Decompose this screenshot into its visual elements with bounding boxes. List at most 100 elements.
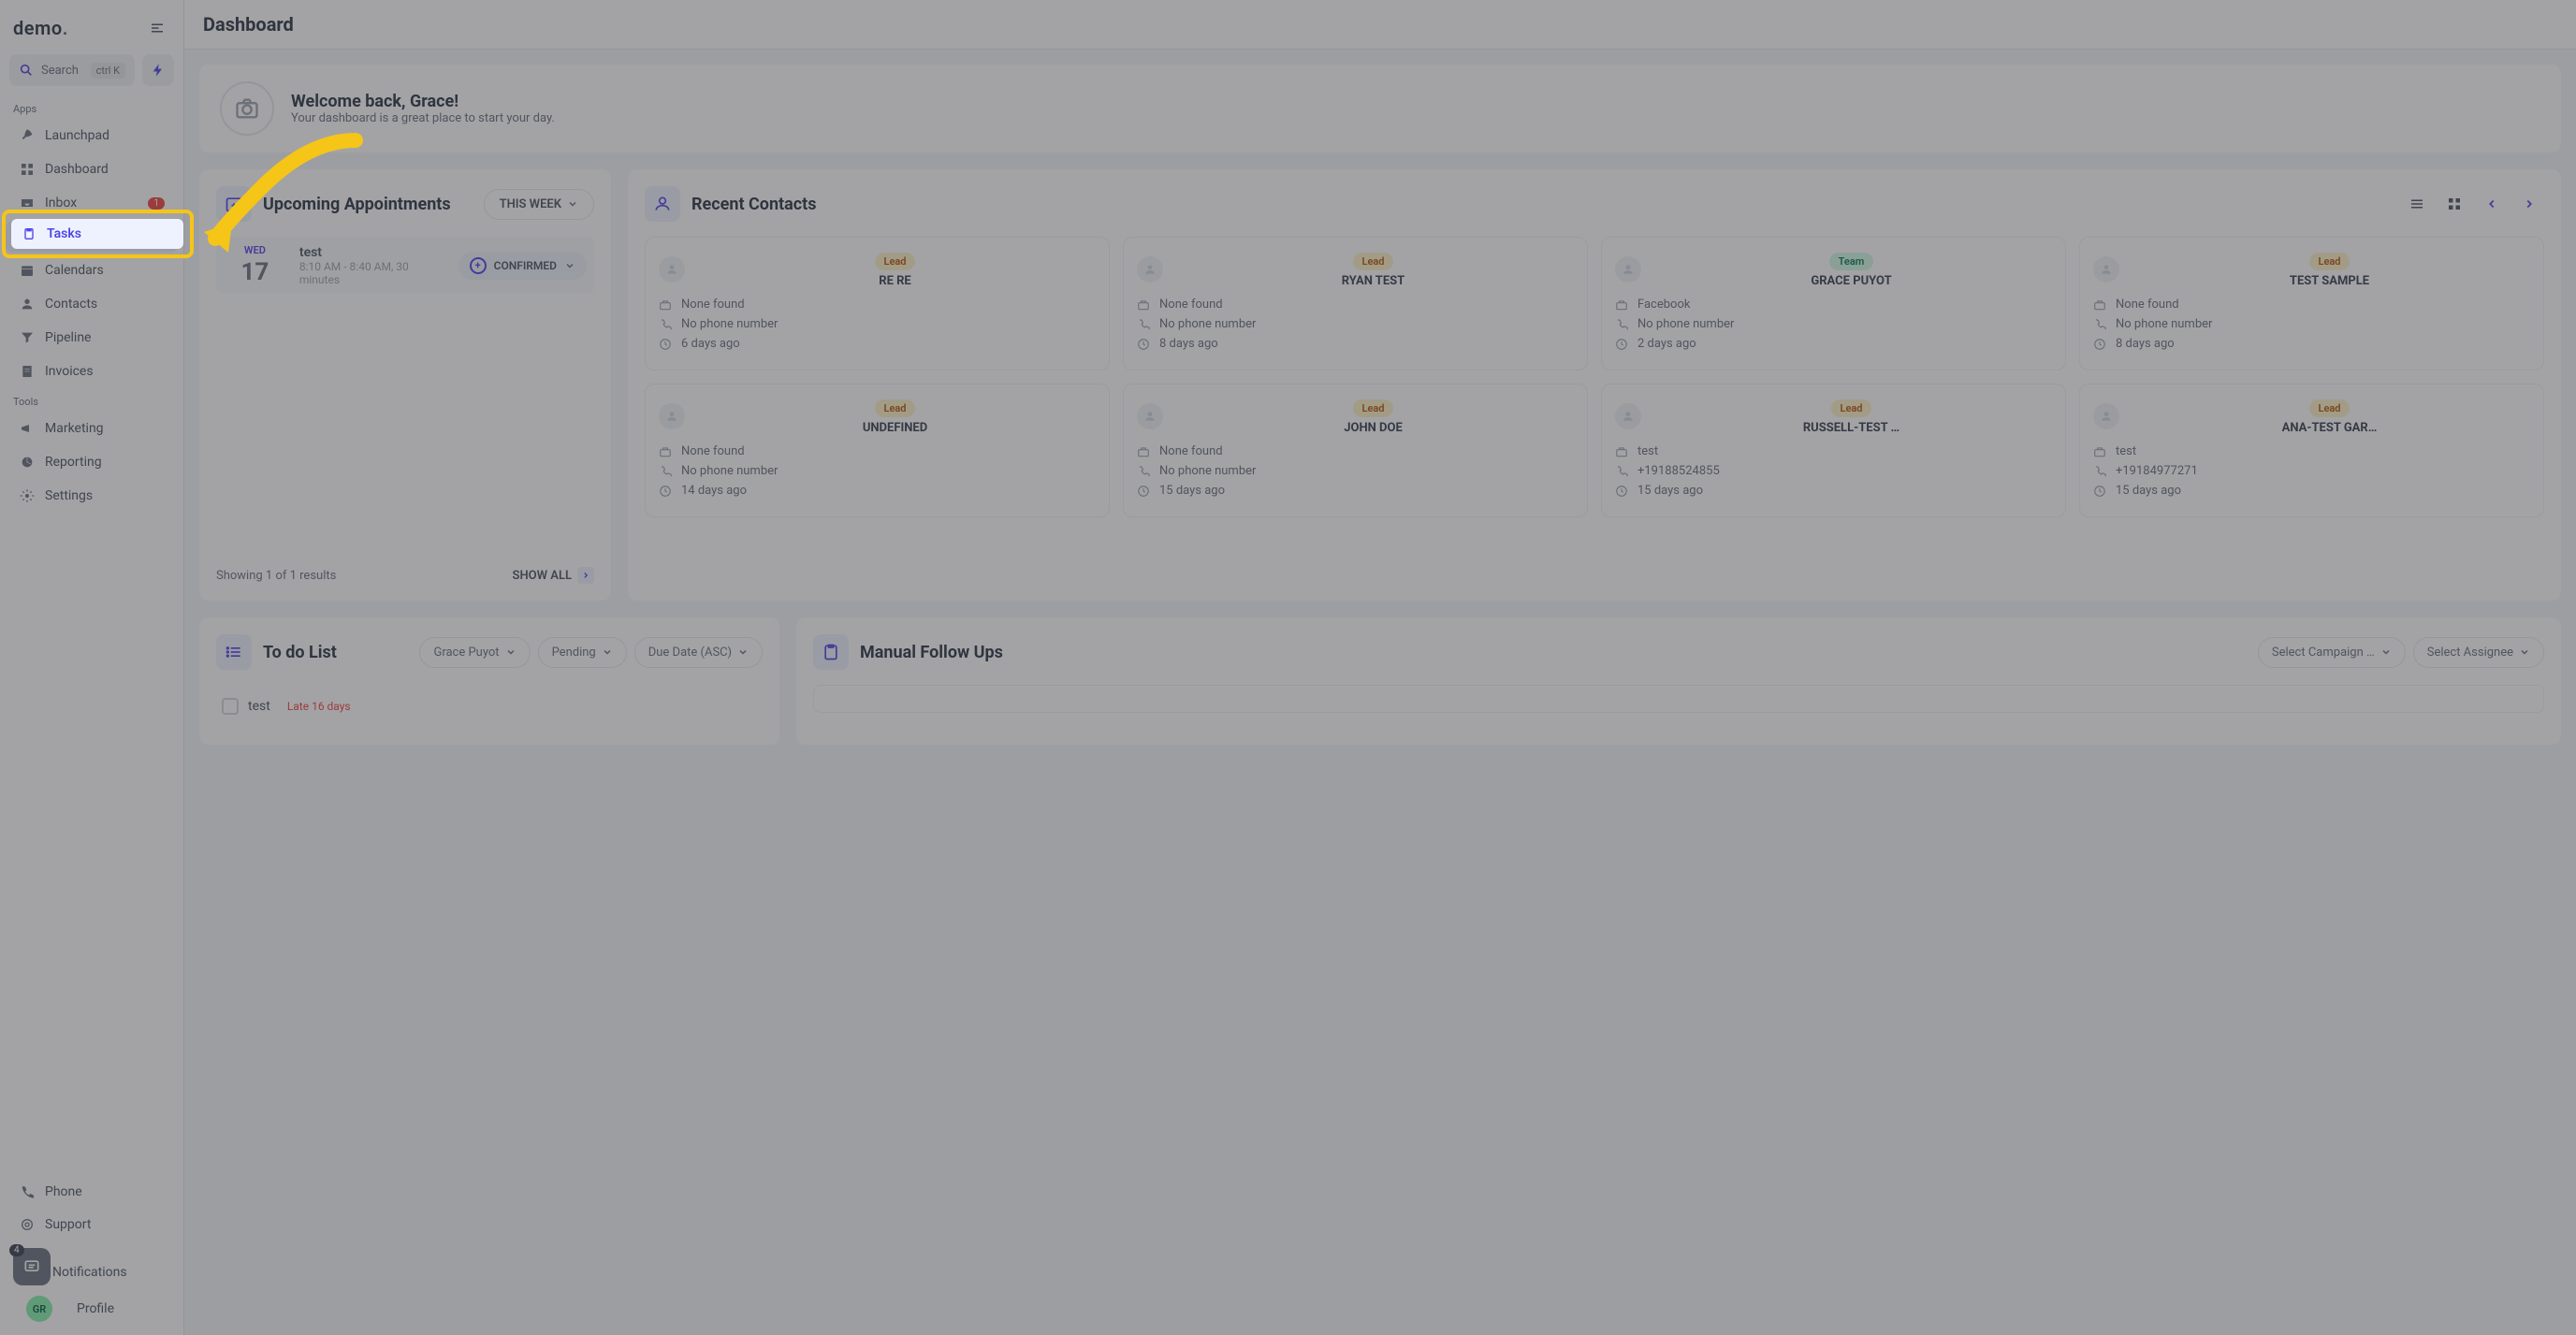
topbar: Dashboard [184, 0, 2576, 50]
main-content: Dashboard Welcome back, Grace! Your dash… [184, 0, 2576, 1335]
contact-card[interactable]: Lead RYAN TEST None found No phone numbe… [1123, 237, 1588, 370]
contact-company: None found [1137, 297, 1574, 312]
contact-phone: No phone number [1137, 464, 1574, 478]
sidebar-item-phone[interactable]: Phone [6, 1176, 178, 1208]
welcome-card: Welcome back, Grace! Your dashboard is a… [199, 65, 2561, 152]
contact-time: 15 days ago [1615, 484, 2052, 498]
contact-time: 15 days ago [2093, 484, 2530, 498]
avatar-icon [2093, 403, 2119, 429]
contact-tag: Lead [875, 399, 916, 417]
appointment-item[interactable]: WED 17 test 8:10 AM - 8:40 AM, 30 minute… [216, 237, 594, 294]
sidebar-item-launchpad[interactable]: Launchpad [6, 120, 178, 152]
contact-card[interactable]: Team GRACE PUYOT Facebook No phone numbe… [1601, 237, 2066, 370]
section-apps: Apps [0, 95, 183, 119]
sidebar-item-reporting[interactable]: Reporting [6, 446, 178, 478]
prev-page-button[interactable] [2477, 189, 2507, 219]
show-all-button[interactable]: SHOW ALL [513, 567, 594, 584]
briefcase-icon [659, 298, 674, 312]
phone-icon [659, 318, 674, 331]
contact-company: test [2093, 444, 2530, 458]
sidebar-toggle[interactable] [144, 15, 170, 41]
contact-card[interactable]: Lead ANA-TEST GAR… test +19184977271 15 … [2079, 384, 2544, 517]
user-icon [19, 296, 36, 312]
avatar-icon [1615, 256, 1641, 283]
contact-phone: No phone number [659, 317, 1096, 331]
sidebar-item-calendars[interactable]: Calendars [6, 254, 178, 286]
contact-company: None found [2093, 297, 2530, 312]
week-filter-button[interactable]: THIS WEEK [484, 189, 594, 220]
sidebar-item-contacts[interactable]: Contacts [6, 288, 178, 320]
followup-assignee-filter[interactable]: Select Assignee [2413, 637, 2544, 668]
sidebar-item-inbox[interactable]: Inbox 1 [6, 187, 178, 219]
contact-company: test [1615, 444, 2052, 458]
sidebar-item-support[interactable]: Support [6, 1209, 178, 1241]
contact-name: RUSSELL-TEST … [1651, 421, 2052, 435]
megaphone-icon [19, 420, 36, 437]
sidebar-item-tasks-highlighted[interactable]: Tasks [11, 219, 183, 249]
phone-icon [1615, 465, 1630, 478]
contact-card[interactable]: Lead RUSSELL-TEST … test +19188524855 15… [1601, 384, 2066, 517]
sidebar-item-pipeline[interactable]: Pipeline [6, 322, 178, 354]
gear-icon [19, 487, 36, 504]
list-view-button[interactable] [2402, 189, 2432, 219]
chat-badge: 4 [9, 1244, 24, 1256]
contact-time: 6 days ago [659, 337, 1096, 351]
contact-card[interactable]: Lead RE RE None found No phone number 6 … [645, 237, 1110, 370]
clock-icon [1615, 485, 1630, 498]
user-avatar[interactable]: GR [26, 1296, 52, 1322]
contact-phone: No phone number [1615, 317, 2052, 331]
contact-card[interactable]: Lead UNDEFINED None found No phone numbe… [645, 384, 1110, 517]
grid-view-button[interactable] [2439, 189, 2469, 219]
contact-time: 8 days ago [2093, 337, 2530, 351]
contact-name: GRACE PUYOT [1651, 274, 2052, 288]
appt-day: 17 [224, 258, 286, 286]
chart-icon [19, 454, 36, 471]
status-filter[interactable]: Pending [538, 637, 627, 668]
todo-item[interactable]: test Late 16 days [216, 685, 763, 728]
contact-card[interactable]: Lead TEST SAMPLE None found No phone num… [2079, 237, 2544, 370]
sidebar-item-marketing[interactable]: Marketing [6, 413, 178, 444]
chat-widget[interactable]: 4 [13, 1248, 51, 1285]
todo-checkbox[interactable] [222, 698, 239, 715]
page-title: Dashboard [203, 13, 294, 36]
search-input[interactable]: Search ctrl K [9, 54, 135, 86]
followups-card: Manual Follow Ups Select Campaign … Sele… [796, 617, 2561, 745]
appt-time: 8:10 AM - 8:40 AM, 30 minutes [299, 260, 445, 286]
clock-icon [659, 485, 674, 498]
contact-tag: Lead [875, 253, 916, 270]
funnel-icon [19, 329, 36, 346]
briefcase-icon [1137, 298, 1152, 312]
sidebar-item-dashboard[interactable]: Dashboard [6, 153, 178, 185]
contact-card[interactable]: Lead JOHN DOE None found No phone number… [1123, 384, 1588, 517]
contact-tag: Lead [2309, 399, 2350, 417]
assignee-filter[interactable]: Grace Puyot [419, 637, 530, 668]
phone-icon [1137, 465, 1152, 478]
sort-filter[interactable]: Due Date (ASC) [634, 637, 763, 668]
contact-company: None found [1137, 444, 1574, 458]
quick-actions-button[interactable] [142, 54, 174, 86]
logo: demo. [13, 17, 68, 39]
next-page-button[interactable] [2514, 189, 2544, 219]
calendar-plus-icon [216, 186, 252, 222]
contact-name: UNDEFINED [694, 421, 1096, 435]
contact-phone: +19188524855 [1615, 464, 2052, 478]
upcoming-appointments-card: Upcoming Appointments THIS WEEK WED 17 [199, 169, 611, 601]
calendar-icon [19, 262, 36, 279]
contact-name: JOHN DOE [1172, 421, 1574, 435]
sidebar-item-invoices[interactable]: Invoices [6, 356, 178, 387]
contact-time: 15 days ago [1137, 484, 1574, 498]
phone-icon [1615, 318, 1630, 331]
lifebuoy-icon [19, 1216, 36, 1233]
avatar-icon [659, 256, 685, 283]
rocket-icon [19, 127, 36, 144]
todo-card: To do List Grace Puyot Pending Due Date … [199, 617, 779, 745]
contact-name: ANA-TEST GAR… [2129, 421, 2530, 435]
camera-icon[interactable] [220, 81, 274, 136]
search-icon [19, 63, 34, 78]
profile-link[interactable]: Profile [77, 1301, 114, 1316]
sidebar-item-settings[interactable]: Settings [6, 480, 178, 512]
person-icon [645, 186, 680, 222]
campaign-filter[interactable]: Select Campaign … [2258, 637, 2406, 668]
status-button[interactable]: + CONFIRMED [458, 252, 587, 280]
checklist-icon [216, 634, 252, 670]
